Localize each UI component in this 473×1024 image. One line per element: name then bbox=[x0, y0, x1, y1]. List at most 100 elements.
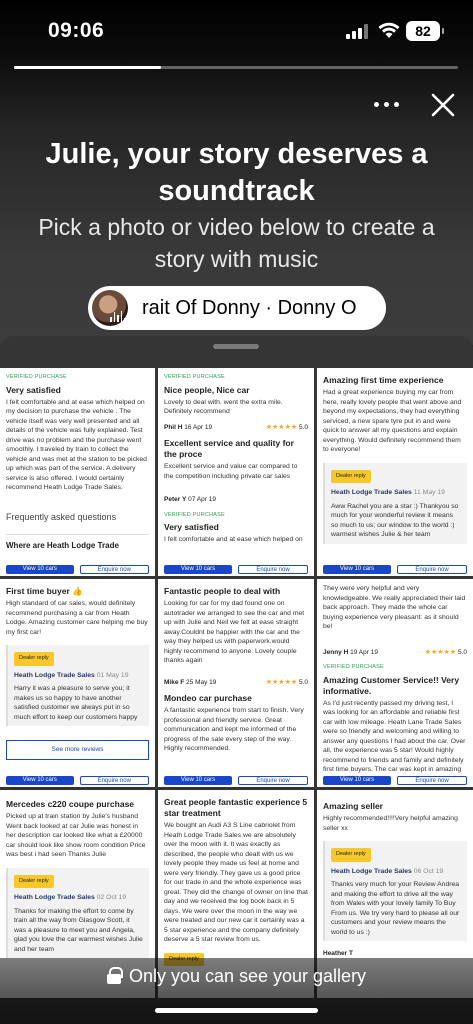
dealer-name: Heath Lodge Trade Sales 06 Oct 19 bbox=[331, 867, 444, 875]
dealer-reply-badge: Dealer reply bbox=[331, 848, 371, 862]
review-headline: First time buyer 👍 bbox=[6, 586, 83, 596]
review-body: As I'd just recently passed my driving t… bbox=[323, 699, 466, 783]
page-subtitle: Pick a photo or video below to create a … bbox=[38, 214, 435, 272]
review-headline: Fantastic people to deal with bbox=[164, 586, 281, 596]
review-date: 19 Apr 19 bbox=[350, 648, 378, 656]
star-rating-icon: ★★★★★ bbox=[424, 648, 457, 656]
enquire-button: Enquire now bbox=[238, 776, 308, 785]
reviewer-name: Mike F bbox=[164, 678, 185, 686]
review-body: Looking for car for my dad found one on … bbox=[164, 600, 305, 664]
review-headline: Nice people, Nice car bbox=[164, 384, 250, 395]
page-title: Julie, your story deserves a soundtrack bbox=[45, 138, 428, 207]
review-body: Had a great experience buying my car fro… bbox=[323, 389, 462, 453]
photo-button-row: View 10 cars Enquire now bbox=[164, 776, 308, 785]
see-more-reviews-button: See more reviews bbox=[6, 740, 149, 760]
rating-value: 5.0 bbox=[298, 423, 308, 431]
view-cars-button: View 10 cars bbox=[164, 776, 232, 785]
gallery-photo[interactable]: VERIFIED PURCHASE Very satisfied I felt … bbox=[0, 368, 155, 576]
dealer-reply-box: Dealer reply Heath Lodge Trade Sales 01 … bbox=[6, 645, 149, 726]
enquire-button: Enquire now bbox=[79, 565, 149, 574]
review-body: A fantastic experience from start to fin… bbox=[164, 707, 304, 752]
dealer-reply-text: Harry it was a pleasure to serve you; it… bbox=[14, 685, 138, 721]
photo-button-row: View 10 cars Enquire now bbox=[164, 565, 308, 574]
view-cars-button: View 10 cars bbox=[323, 776, 391, 785]
reviewer-name: Phil H bbox=[164, 423, 183, 431]
dealer-reply-badge: Dealer reply bbox=[14, 652, 54, 666]
review-date: 25 May 19 bbox=[186, 678, 217, 686]
review-body: I felt comfortable and at ease which hel… bbox=[6, 398, 147, 492]
gallery-photo[interactable]: Amazing first time experience Had a grea… bbox=[317, 368, 473, 576]
dealer-reply-text: Aww Rachel you are a star :) Thankyou so… bbox=[331, 502, 459, 539]
view-cars-button: View 10 cars bbox=[164, 565, 232, 574]
review-headline: Mercedes c220 coupe purchase bbox=[6, 799, 135, 809]
photo-button-row: View 10 cars Enquire now bbox=[323, 565, 467, 574]
music-track-title: rait Of Donny · Donny O bbox=[142, 297, 357, 319]
enquire-button: Enquire now bbox=[397, 776, 467, 785]
review-headline: Amazing seller bbox=[323, 801, 383, 811]
faq-title: Frequently asked questions bbox=[6, 511, 117, 522]
more-options-icon[interactable] bbox=[374, 96, 408, 112]
review-headline: Very satisfied bbox=[164, 522, 219, 532]
view-cars-button: View 10 cars bbox=[6, 776, 74, 785]
review-body: They were very helpful and very knowledg… bbox=[323, 585, 466, 630]
music-title-fade bbox=[356, 286, 386, 330]
review-headline: Mondeo car purchase bbox=[164, 693, 252, 703]
gallery-photo[interactable]: First time buyer 👍 High standard of car … bbox=[0, 579, 155, 787]
enquire-button: Enquire now bbox=[238, 565, 308, 574]
review-headline: Excellent service and quality for the pr… bbox=[164, 438, 294, 459]
review-body: Lovely to deal with. went the extra mile… bbox=[164, 398, 283, 416]
reviewer-row: Jenny H 19 Apr 19 ★★★★★ 5.0 bbox=[323, 648, 467, 658]
story-progress-fill bbox=[14, 66, 161, 69]
reviewer-row: Mike F 25 May 19 ★★★★★ 5.0 bbox=[164, 678, 308, 688]
dealer-name: Heath Lodge Trade Sales 02 Oct 19 bbox=[14, 894, 127, 901]
enquire-button: Enquire now bbox=[79, 776, 149, 785]
review-date: 07 Apr 19 bbox=[188, 496, 216, 503]
photo-button-row: View 10 cars Enquire now bbox=[323, 776, 467, 785]
reviewer-row: Peter Y 07 Apr 19 bbox=[164, 495, 308, 505]
dealer-reply-badge: Dealer reply bbox=[14, 874, 54, 888]
verified-label: VERIFIED PURCHASE bbox=[323, 664, 384, 670]
photo-button-row: View 10 cars Enquire now bbox=[6, 776, 149, 785]
story-progress-bar bbox=[14, 66, 458, 69]
dealer-name: Heath Lodge Trade Sales 11 May 19 bbox=[331, 489, 445, 496]
sheet-drag-handle[interactable] bbox=[213, 344, 259, 349]
close-icon[interactable] bbox=[430, 92, 456, 118]
cellular-signal-icon bbox=[346, 24, 370, 39]
review-body: I felt comfortable and at ease which hel… bbox=[164, 536, 303, 543]
gallery-privacy-text: Only you can see your gallery bbox=[128, 966, 367, 986]
review-body: We bought an Audi A3 S Line cabriolet fr… bbox=[164, 822, 308, 943]
review-body: High standard of car sales, would defini… bbox=[6, 600, 148, 636]
home-indicator[interactable] bbox=[155, 1008, 318, 1013]
gallery-privacy-note: Only you can see your gallery bbox=[0, 966, 473, 987]
wifi-icon bbox=[378, 22, 400, 38]
dealer-reply-text: Thanks very much for your Review Andrea … bbox=[331, 881, 460, 936]
dealer-name: Heath Lodge Trade Sales 01 May 19 bbox=[14, 671, 129, 679]
rating-value: 5.0 bbox=[298, 678, 308, 686]
reviewer-name: Peter Y bbox=[164, 496, 187, 503]
reviewer-name: Jenny H bbox=[323, 648, 349, 656]
dealer-reply-box: Dealer reply Heath Lodge Trade Sales 02 … bbox=[6, 867, 149, 958]
star-rating-icon: ★★★★★ bbox=[265, 423, 298, 431]
review-headline: Amazing Customer Service!! Very informat… bbox=[323, 674, 460, 696]
music-track-pill[interactable]: rait Of Donny · Donny O bbox=[88, 286, 386, 330]
gallery-photo[interactable]: They were very helpful and very knowledg… bbox=[317, 579, 473, 787]
verified-label: VERIFIED PURCHASE bbox=[164, 511, 225, 518]
dealer-reply-box: Dealer reply Heath Lodge Trade Sales 11 … bbox=[323, 462, 467, 544]
rating-value: 5.0 bbox=[457, 648, 467, 656]
gallery-photo[interactable]: VERIFIED PURCHASE Nice people, Nice car … bbox=[158, 368, 314, 576]
review-headline: Very satisfied bbox=[6, 384, 61, 395]
review-headline: Amazing first time experience bbox=[323, 375, 444, 385]
gallery-grid: VERIFIED PURCHASE Very satisfied I felt … bbox=[0, 368, 473, 1024]
review-headline: Great people fantastic experience 5 star… bbox=[164, 797, 308, 818]
review-body: Excellent service and value car compared… bbox=[164, 463, 298, 480]
gallery-photo[interactable]: Fantastic people to deal with Looking fo… bbox=[158, 579, 314, 787]
star-rating-icon: ★★★★★ bbox=[265, 678, 298, 686]
status-time: 09:06 bbox=[48, 19, 105, 42]
music-playing-icon bbox=[110, 310, 126, 322]
photo-button-row: View 10 cars Enquire now bbox=[6, 565, 149, 574]
faq-item: Where are Heath Lodge Trade bbox=[6, 534, 149, 551]
dealer-reply-box: Dealer reply Heath Lodge Trade Sales 06 … bbox=[323, 841, 467, 941]
dealer-reply-badge: Dealer reply bbox=[331, 469, 371, 483]
review-date: 16 Apr 19 bbox=[184, 423, 213, 431]
dealer-reply-text: Thanks for making the effort to come by … bbox=[14, 907, 143, 953]
